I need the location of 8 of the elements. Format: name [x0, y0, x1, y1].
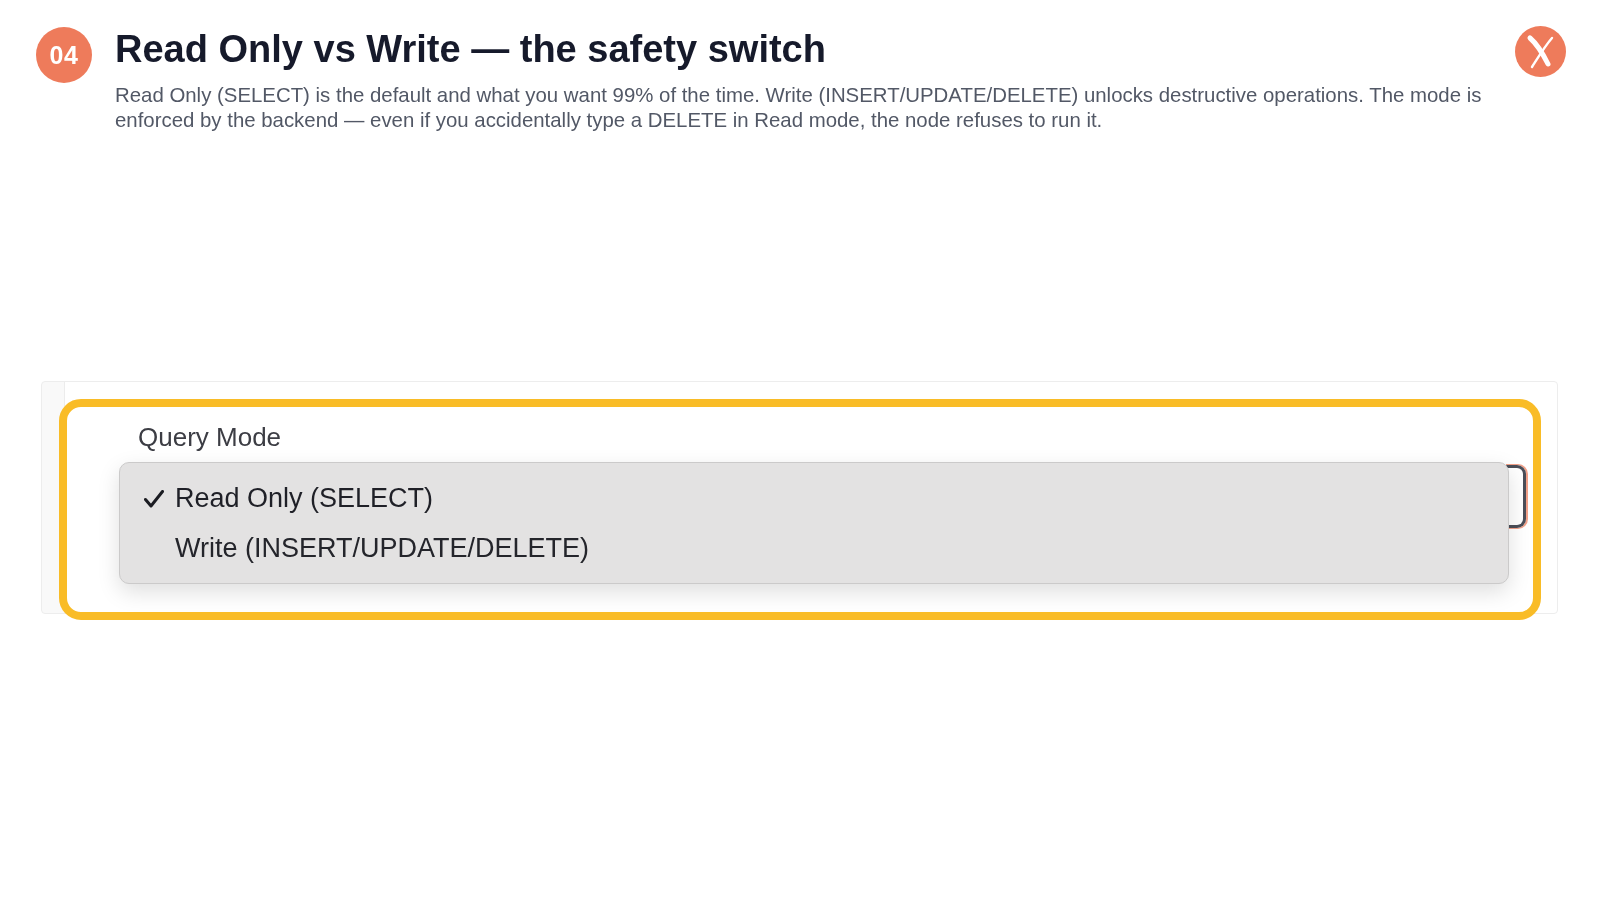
slide-title: Read Only vs Write — the safety switch [115, 27, 826, 72]
menu-option[interactable]: Read Only (SELECT) [120, 473, 434, 523]
check-icon [144, 490, 164, 508]
step-number: 04 [36, 27, 92, 83]
slide-description: Read Only (SELECT) is the default and what you want 99% of the time. Write (INSERT/UPDATE/DELETE) unlocks destructive operations. The mode is enforced by the backend — even if you accidentally type a DELETE in Read mode, the node refuses to run it. [115, 82, 1483, 134]
x-logo-icon [1515, 26, 1566, 77]
field-label: Query Mode [138, 422, 282, 453]
menu-option[interactable]: Write (INSERT/UPDATE/DELETE) [120, 523, 590, 573]
